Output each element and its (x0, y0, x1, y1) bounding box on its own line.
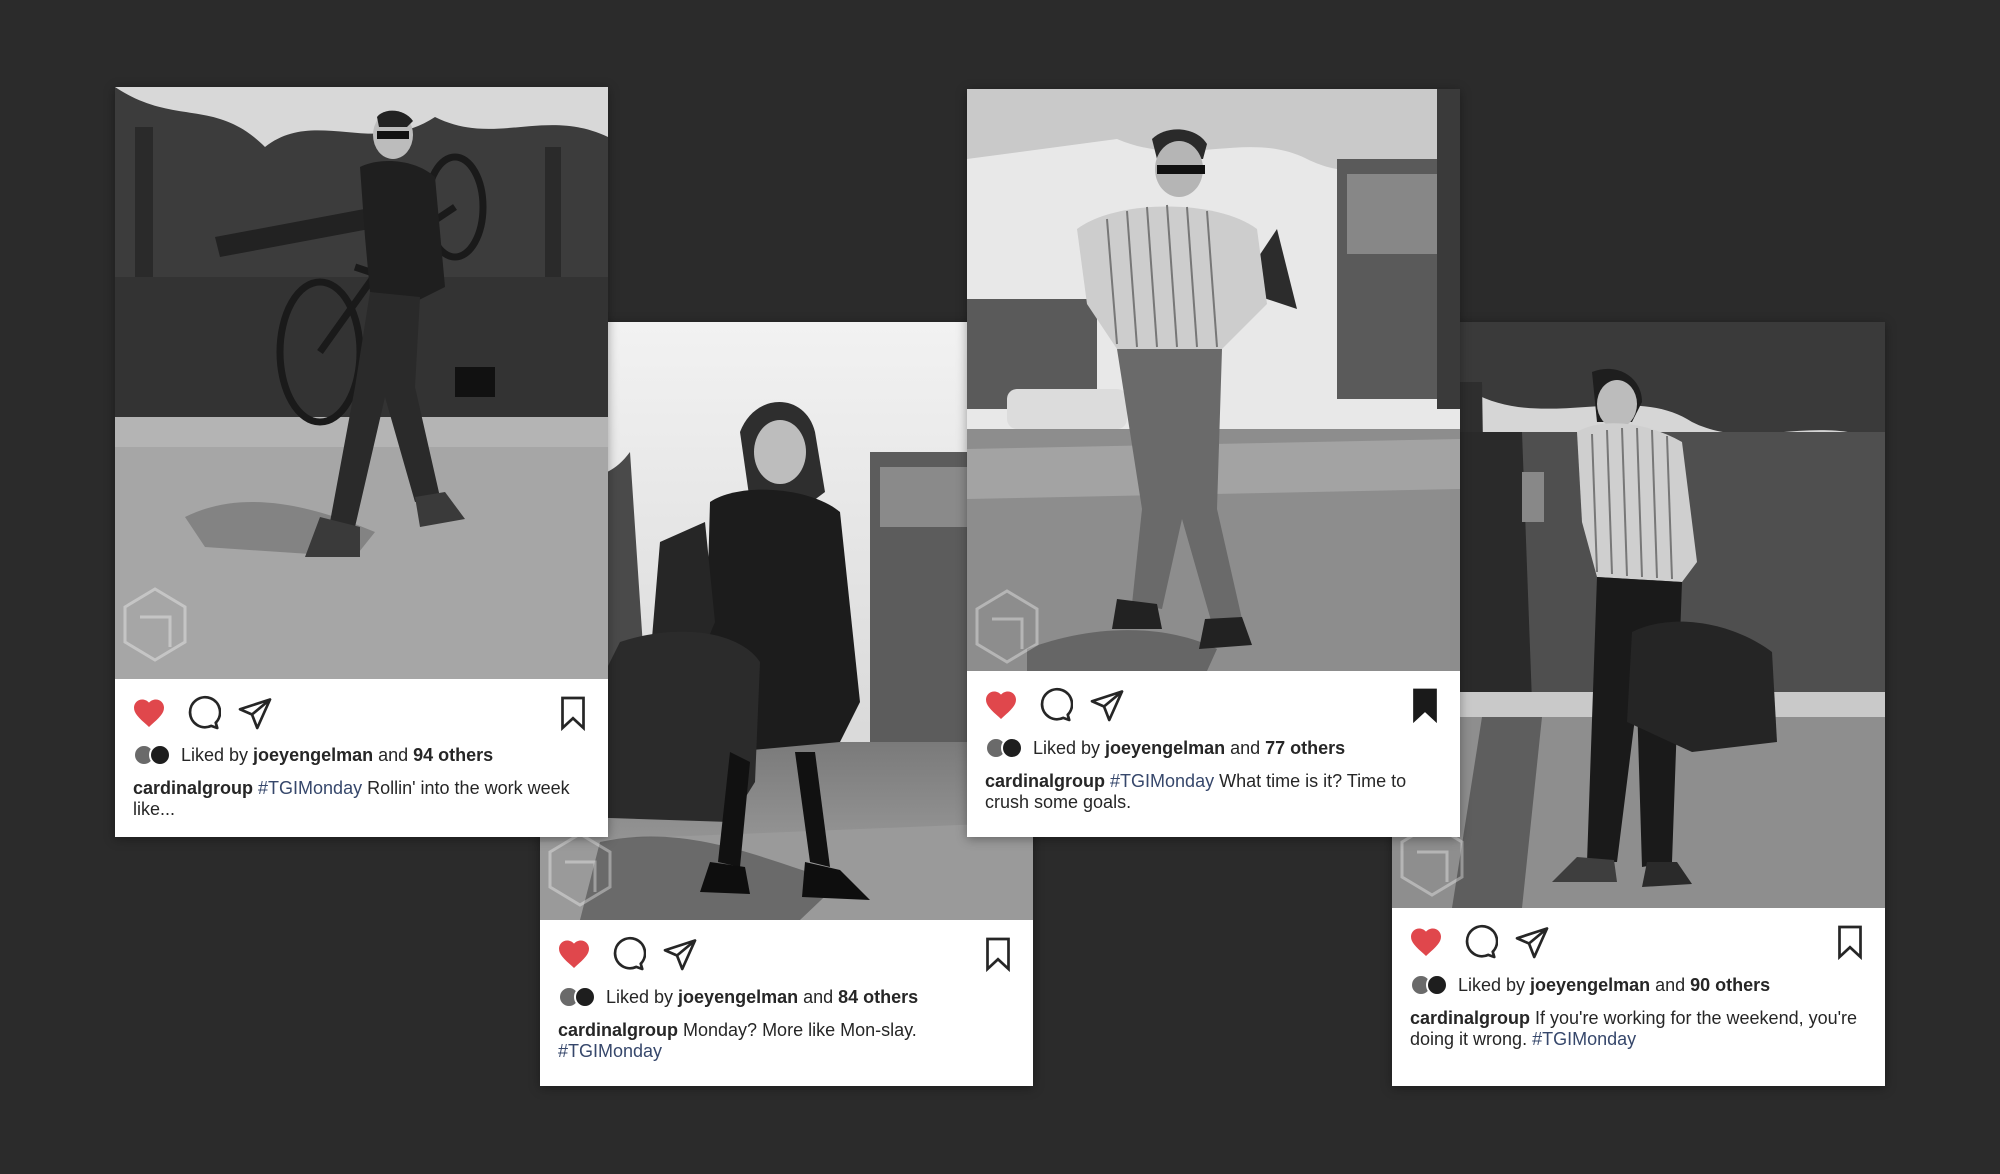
post-photo[interactable] (1392, 322, 1885, 908)
heart-icon[interactable] (131, 695, 167, 731)
bookmark-icon[interactable] (1832, 924, 1868, 960)
caption-username[interactable]: cardinalgroup (558, 1020, 678, 1040)
comment-icon[interactable] (1462, 924, 1498, 960)
likes-line: Liked by joeyengelman and 90 others (1410, 974, 1867, 996)
comment-icon[interactable] (185, 695, 221, 731)
share-icon[interactable] (237, 695, 273, 731)
post-caption: cardinalgroup #TGIMonday What time is it… (985, 771, 1438, 813)
likes-count[interactable]: 77 others (1265, 738, 1345, 759)
post-photo[interactable] (540, 322, 1033, 920)
likes-line: Liked by joeyengelman and 84 others (558, 986, 1015, 1008)
action-bar (1392, 924, 1885, 968)
caption-username[interactable]: cardinalgroup (1410, 1008, 1530, 1028)
caption-hashtag[interactable]: #TGIMonday (258, 778, 362, 798)
likes-count[interactable]: 90 others (1690, 975, 1770, 996)
post-caption: cardinalgroup Monday? More like Mon-slay… (558, 1020, 1011, 1062)
caption-username[interactable]: cardinalgroup (133, 778, 253, 798)
likes-count[interactable]: 94 others (413, 745, 493, 766)
post-caption: cardinalgroup If you're working for the … (1410, 1008, 1863, 1050)
liked-by-user[interactable]: joeyengelman (1530, 975, 1650, 996)
likes-line: Liked by joeyengelman and 77 others (985, 737, 1442, 759)
likes-prefix: Liked by (1033, 737, 1101, 758)
caption-hashtag[interactable]: #TGIMonday (1110, 771, 1214, 791)
heart-icon[interactable] (1408, 924, 1444, 960)
liker-avatars (558, 986, 598, 1008)
post-card-2: Liked by joeyengelman and 84 others card… (540, 322, 1033, 1086)
likes-line: Liked by joeyengelman and 94 others (133, 744, 590, 766)
liker-avatars (133, 744, 173, 766)
action-bar (540, 936, 1033, 980)
likes-prefix: Liked by (606, 986, 674, 1007)
bookmark-icon[interactable] (555, 695, 591, 731)
likes-and: and (378, 744, 409, 765)
bookmark-icon[interactable] (1407, 687, 1443, 723)
bookmark-icon[interactable] (980, 936, 1016, 972)
likes-count[interactable]: 84 others (838, 987, 918, 1008)
heart-icon[interactable] (983, 687, 1019, 723)
post-card-4: Liked by joeyengelman and 90 others card… (1392, 322, 1885, 1086)
post-card-3: Liked by joeyengelman and 77 others card… (967, 89, 1460, 837)
caption-text: Monday? More like Mon-slay. (678, 1020, 917, 1040)
likes-and: and (1655, 974, 1686, 995)
liked-by-user[interactable]: joeyengelman (678, 987, 798, 1008)
liker-avatars (1410, 974, 1450, 996)
action-bar (115, 695, 608, 739)
caption-username[interactable]: cardinalgroup (985, 771, 1105, 791)
action-bar (967, 687, 1460, 731)
likes-and: and (1230, 737, 1261, 758)
post-photo[interactable] (967, 89, 1460, 671)
comment-icon[interactable] (610, 936, 646, 972)
heart-icon[interactable] (556, 936, 592, 972)
liked-by-user[interactable]: joeyengelman (253, 745, 373, 766)
liked-by-user[interactable]: joeyengelman (1105, 738, 1225, 759)
share-icon[interactable] (1089, 687, 1125, 723)
share-icon[interactable] (662, 936, 698, 972)
likes-and: and (803, 986, 834, 1007)
caption-hashtag[interactable]: #TGIMonday (558, 1041, 662, 1061)
comment-icon[interactable] (1037, 687, 1073, 723)
caption-hashtag[interactable]: #TGIMonday (1532, 1029, 1636, 1049)
post-caption: cardinalgroup #TGIMonday Rollin' into th… (133, 778, 586, 820)
liker-avatars (985, 737, 1025, 759)
post-card-1: Liked by joeyengelman and 94 others card… (115, 87, 608, 837)
likes-prefix: Liked by (1458, 974, 1526, 995)
likes-prefix: Liked by (181, 744, 249, 765)
post-photo[interactable] (115, 87, 608, 679)
share-icon[interactable] (1514, 924, 1550, 960)
